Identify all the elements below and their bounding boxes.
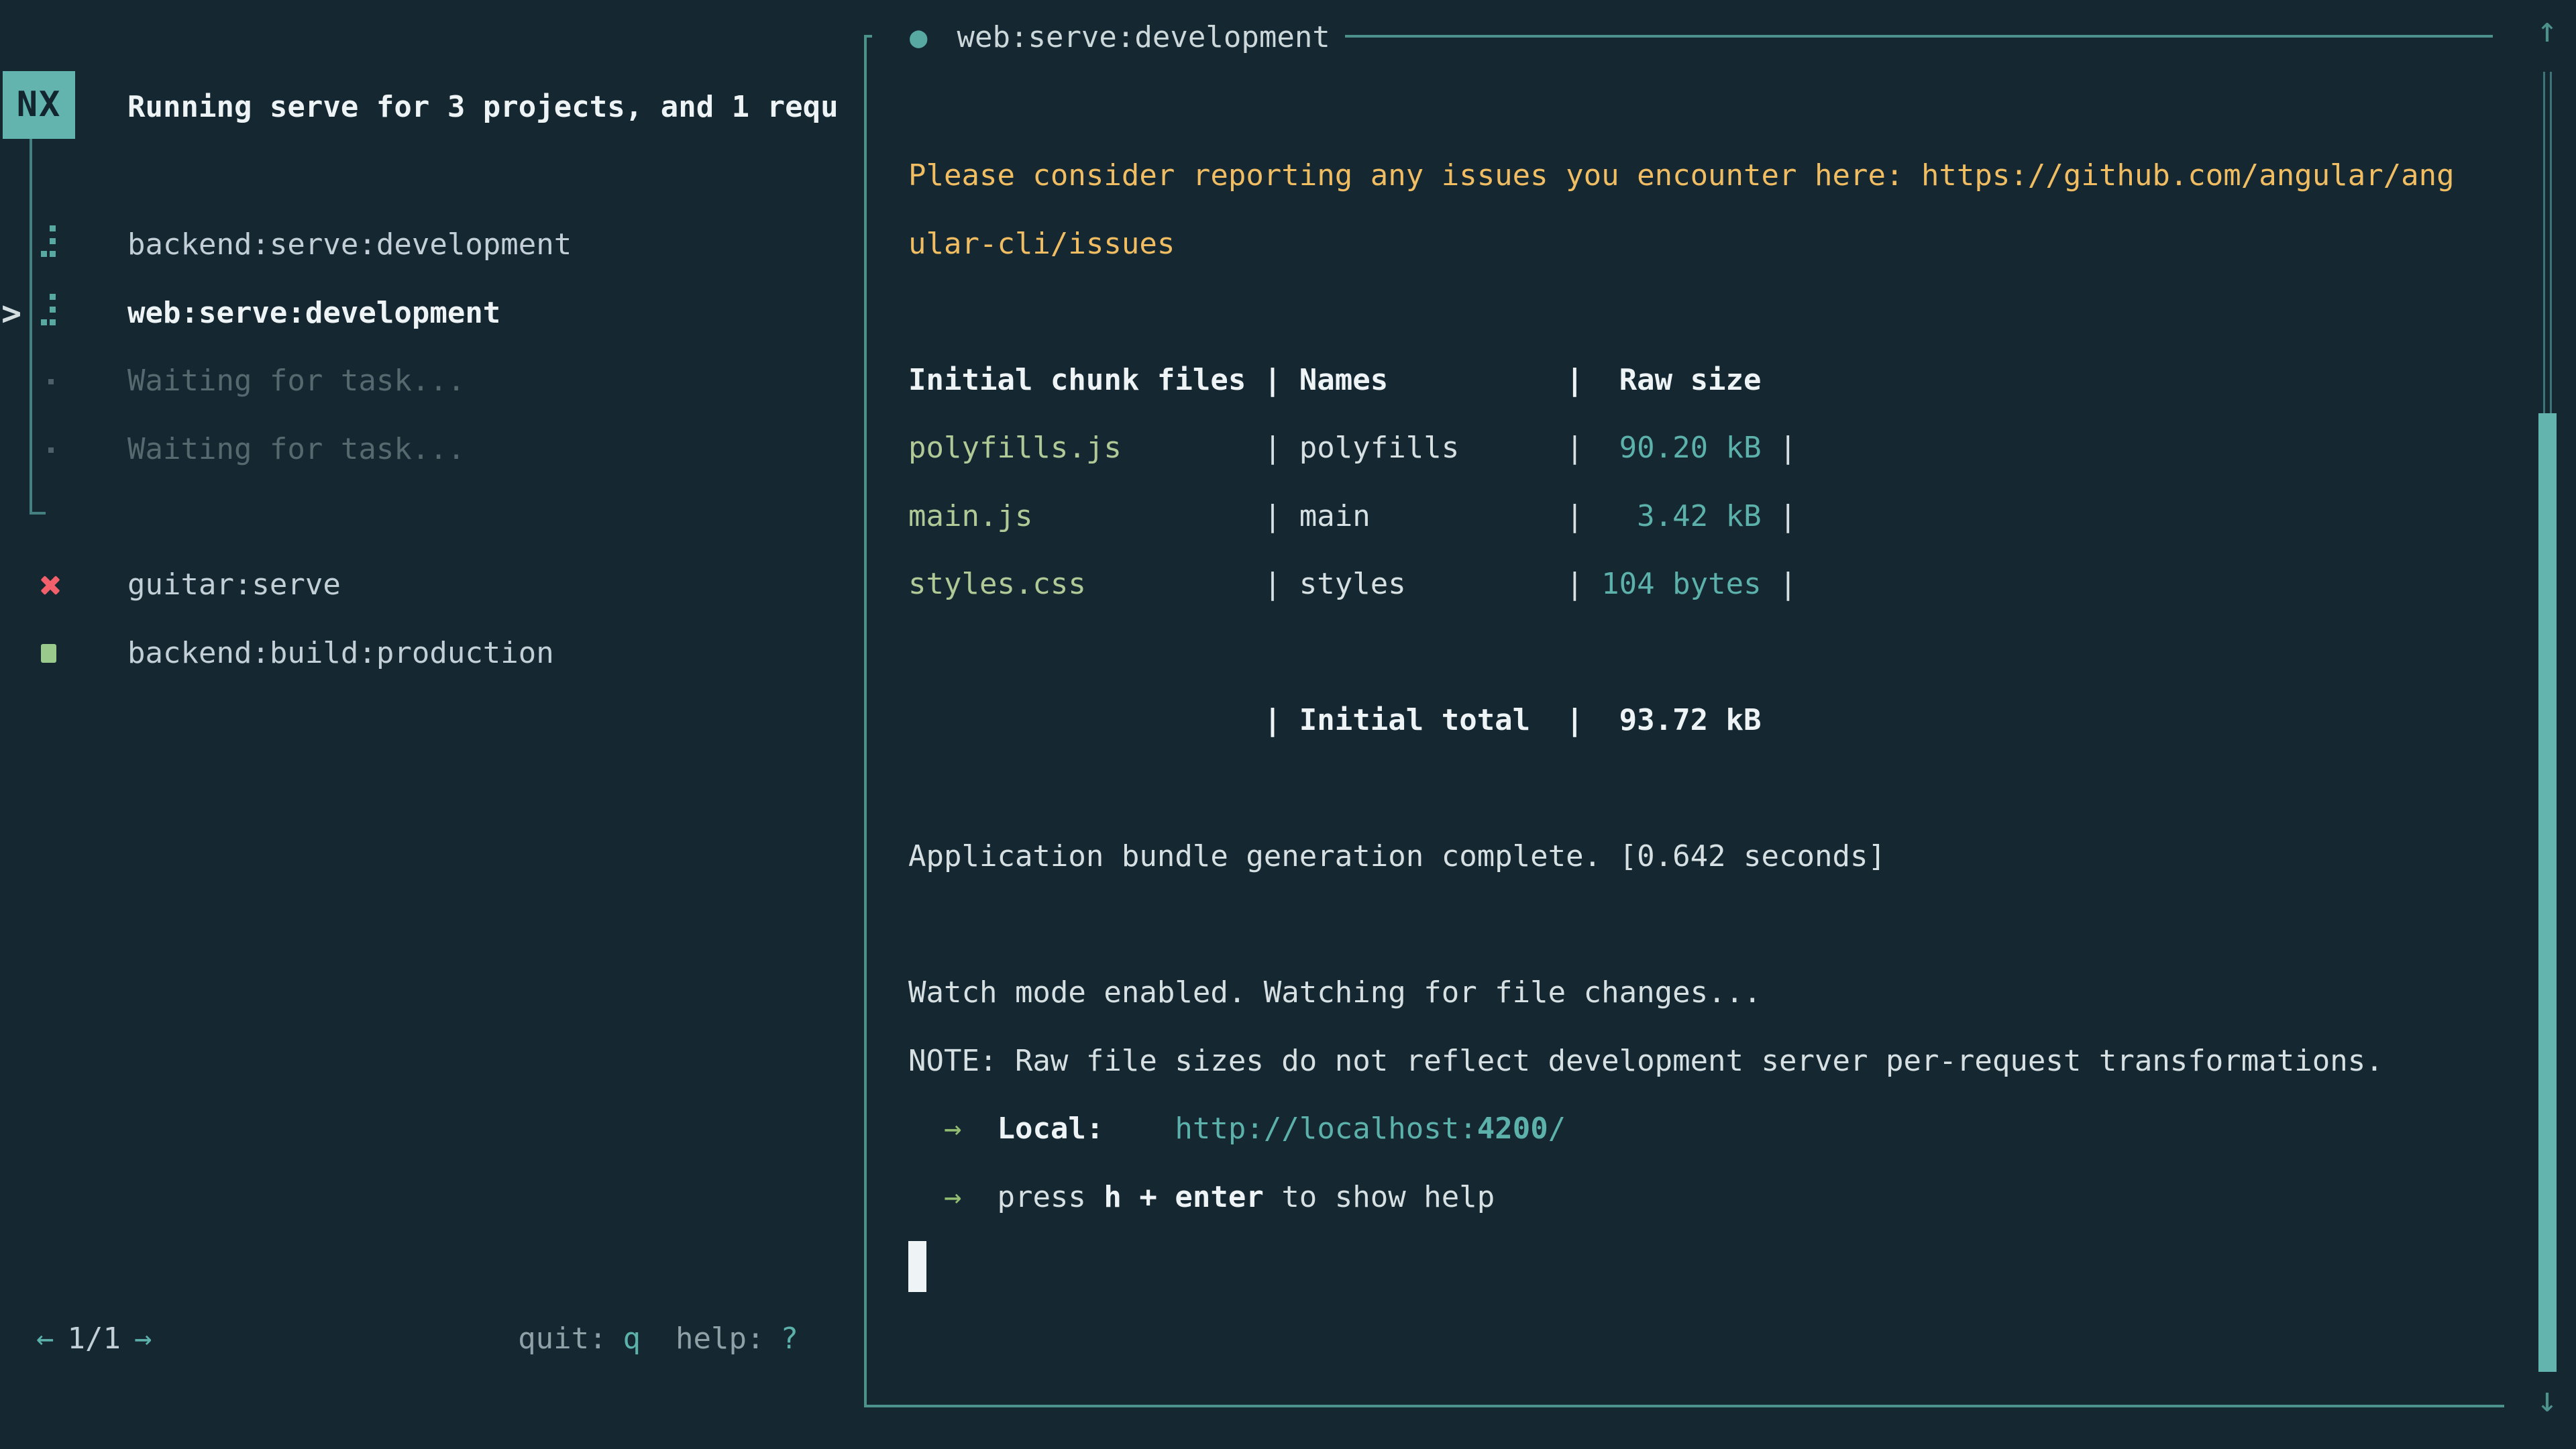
task-item[interactable]: backend:build:production (0, 619, 861, 688)
terminal-text: main.js (908, 499, 1032, 533)
terminal-line: → Local: http://localhost:4200/ (908, 1095, 2455, 1163)
terminal-line: NOTE: Raw file sizes do not reflect deve… (908, 1027, 2455, 1095)
dot-icon (35, 415, 78, 484)
task-label: Waiting for task... (127, 347, 465, 415)
local-url-link[interactable]: / (1548, 1112, 1566, 1146)
scroll-up-arrow-icon[interactable]: ↑ (2529, 0, 2565, 60)
task-item[interactable]: Waiting for task... (0, 347, 861, 415)
task-item[interactable]: backend:serve:development (0, 211, 861, 279)
running-status-dot-icon: ● (910, 20, 928, 54)
terminal-text: press (961, 1180, 1104, 1214)
quit-key: q (623, 1322, 641, 1356)
terminal-text: | (1086, 567, 1299, 601)
task-item[interactable]: web:serve:development (0, 279, 861, 347)
terminal-text: 104 bytes (1601, 567, 1761, 601)
terminal-text: | (1762, 431, 1797, 465)
task-item[interactable]: guitar:serve (0, 551, 861, 619)
terminal-line: → press h + enter to show help (908, 1163, 2455, 1232)
terminal-text: to show help (1264, 1180, 1495, 1214)
terminal-line: Application bundle generation complete. … (908, 822, 2455, 891)
task-label: backend:serve:development (127, 211, 572, 279)
help-key: ? (781, 1322, 799, 1356)
terminal-text: 90.20 kB (1619, 431, 1762, 465)
terminal-text: ular-cli/issues (908, 227, 1175, 261)
terminal-line: Initial chunk files | Names | Raw size (908, 346, 2455, 415)
local-url-link[interactable]: http://localhost: (1175, 1112, 1477, 1146)
terminal-line (908, 1231, 2455, 1299)
task-label: guitar:serve (127, 551, 341, 619)
panel-border-left (864, 35, 867, 1407)
terminal-text (908, 1112, 944, 1146)
terminal-line: main.js | main | 3.42 kB | (908, 482, 2455, 551)
terminal-text: | (1032, 499, 1299, 533)
terminal-text: NOTE: Raw file sizes do not reflect deve… (908, 1044, 2383, 1078)
terminal-line (908, 891, 2455, 959)
page-next-arrow-icon[interactable]: → (134, 1322, 152, 1356)
terminal-line (908, 755, 2455, 823)
terminal-text: Watch mode enabled. Watching for file ch… (908, 975, 1762, 1010)
task-label: backend:build:production (127, 619, 554, 688)
terminal-text: | (1762, 499, 1797, 533)
terminal-text: polyfills (1299, 431, 1459, 465)
terminal-text (908, 1180, 944, 1214)
terminal-text: Initial chunk files | Names | Raw size (908, 363, 1762, 397)
terminal-line: ular-cli/issues (908, 210, 2455, 278)
cross-icon (35, 551, 78, 619)
panel-title-text: web:serve:development (957, 20, 1330, 54)
terminal-text: | (1762, 567, 1797, 601)
pagination: ← 1/1 → (36, 1305, 152, 1373)
terminal-text: main (1299, 499, 1371, 533)
terminal-line: styles.css | styles | 104 bytes | (908, 550, 2455, 619)
dot-icon (35, 347, 78, 415)
terminal-text: styles (1299, 567, 1406, 601)
terminal-text: | Initial total | 93.72 kB (908, 703, 1762, 737)
terminal-text: → (944, 1180, 962, 1214)
quit-label: quit: (518, 1322, 606, 1356)
terminal-text: | (1371, 499, 1637, 533)
scrollbar-thumb[interactable] (2538, 413, 2557, 1372)
spinner-icon (35, 279, 78, 347)
terminal-text (1104, 1112, 1175, 1146)
terminal-line: Watch mode enabled. Watching for file ch… (908, 959, 2455, 1027)
terminal-text: h + enter (1104, 1180, 1263, 1214)
terminal-text: 3.42 kB (1637, 499, 1761, 533)
spinner-icon (35, 211, 78, 279)
terminal-text: → (944, 1112, 962, 1146)
task-item[interactable]: Waiting for task... (0, 415, 861, 484)
terminal-output: Please consider reporting any issues you… (908, 142, 2455, 1299)
terminal-text: Application bundle generation complete. … (908, 839, 1886, 873)
terminal-line: | Initial total | 93.72 kB (908, 686, 2455, 755)
terminal-text (961, 1112, 997, 1146)
header-title: Running serve for 3 projects, and 1 requ (127, 73, 863, 142)
local-url-link[interactable]: 4200 (1477, 1112, 1548, 1146)
panel-title: ● web:serve:development (872, 5, 1345, 70)
terminal-text: Local: (997, 1112, 1104, 1146)
terminal-text: | (1406, 567, 1601, 601)
nx-logo: NX (3, 71, 75, 139)
panel-border-bottom (864, 1405, 2504, 1407)
terminal-text: | (1122, 431, 1299, 465)
terminal-line (908, 278, 2455, 346)
terminal-line (908, 619, 2455, 687)
page-indicator: 1/1 (68, 1322, 121, 1356)
scroll-down-arrow-icon[interactable]: ↓ (2529, 1370, 2565, 1430)
terminal-line: Please consider reporting any issues you… (908, 142, 2455, 210)
terminal-text: styles.css (908, 567, 1086, 601)
terminal-text: | (1459, 431, 1619, 465)
terminal-cursor (908, 1241, 926, 1292)
page-prev-arrow-icon[interactable]: ← (36, 1322, 54, 1356)
square-icon (35, 619, 78, 688)
terminal-line: polyfills.js | polyfills | 90.20 kB | (908, 414, 2455, 482)
task-label: web:serve:development (127, 279, 500, 347)
nx-terminal-ui: NX Running serve for 3 projects, and 1 r… (0, 0, 2576, 1449)
terminal-text: Please consider reporting any issues you… (908, 158, 2455, 193)
keyboard-shortcuts: quit: q help:? (447, 1305, 798, 1373)
task-label: Waiting for task... (127, 415, 465, 484)
terminal-text: polyfills.js (908, 431, 1122, 465)
help-label: help: (676, 1322, 764, 1356)
